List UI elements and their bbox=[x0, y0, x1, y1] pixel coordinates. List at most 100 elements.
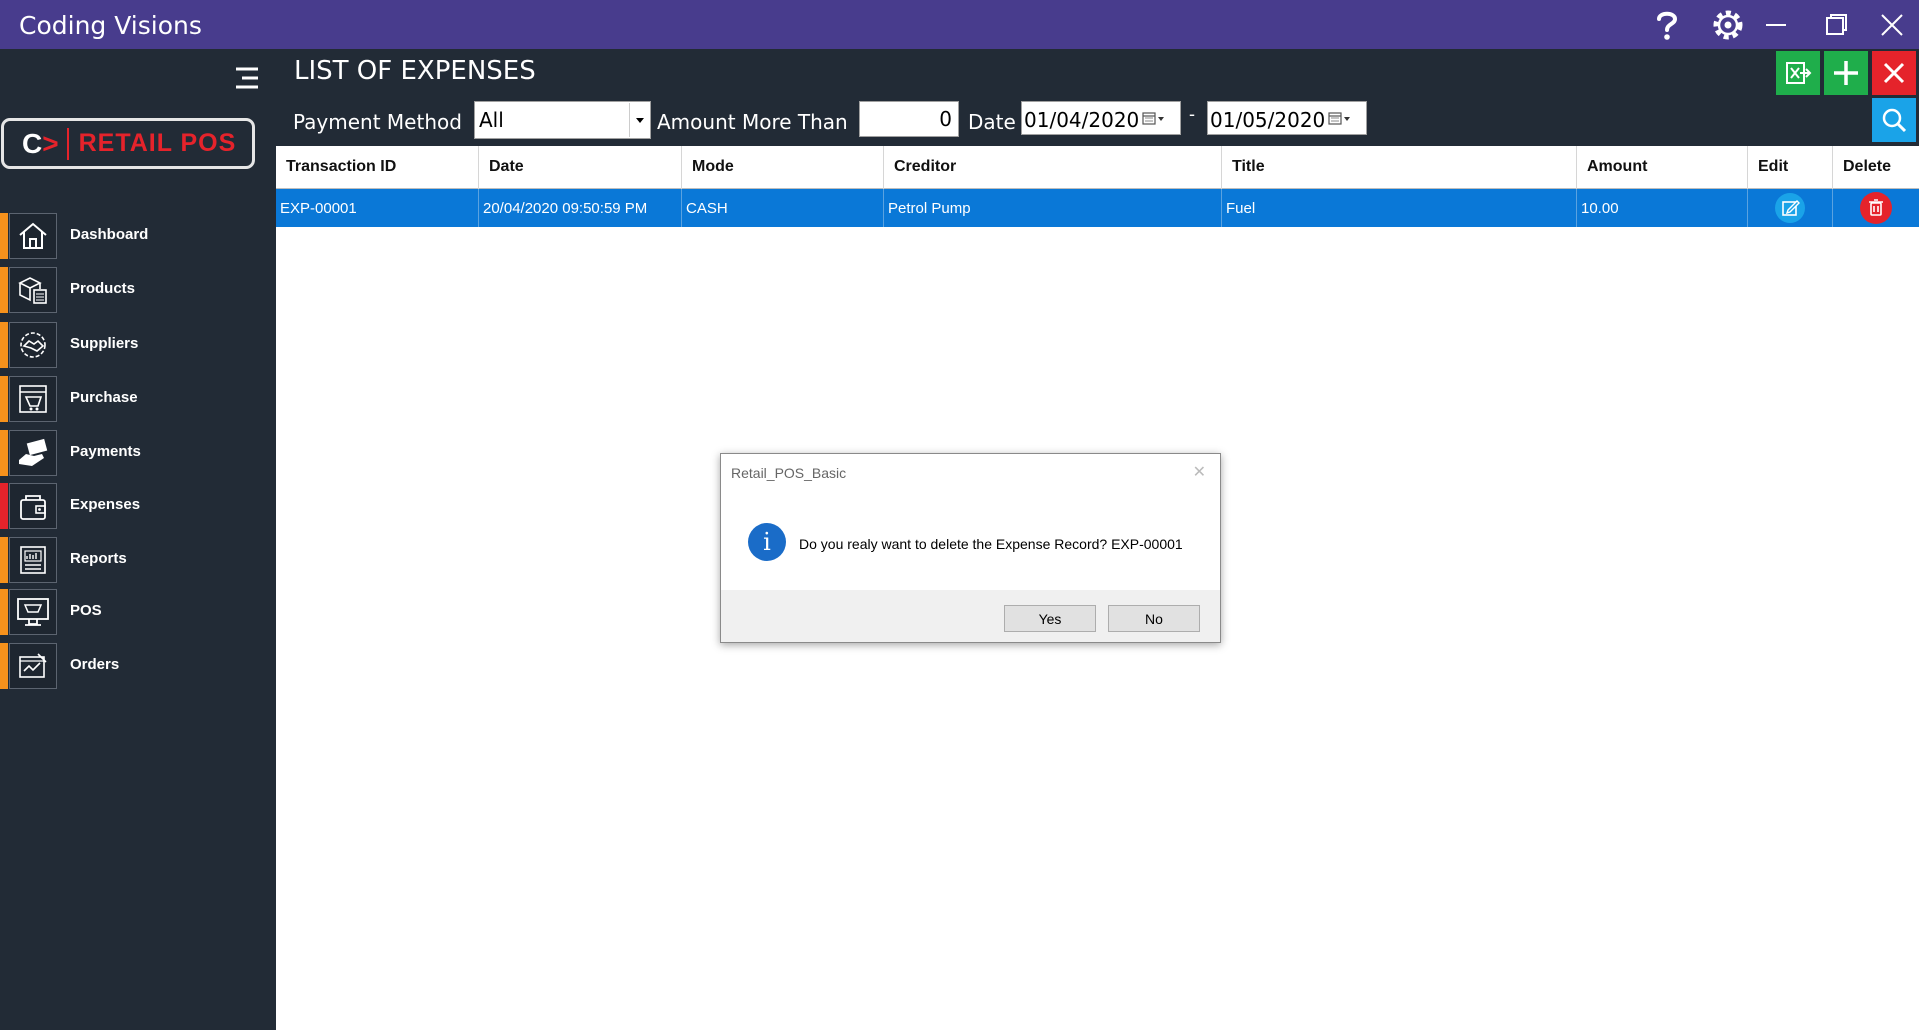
column-header: Edit bbox=[1748, 146, 1833, 189]
logo-letter: C bbox=[22, 127, 43, 159]
info-icon: i bbox=[748, 523, 786, 561]
dialog-message: Do you realy want to delete the Expense … bbox=[799, 536, 1183, 552]
table-row[interactable]: EXP-00001 20/04/2020 09:50:59 PM CASH Pe… bbox=[276, 189, 1919, 227]
sidebar-item-expenses[interactable]: Expenses bbox=[0, 482, 276, 530]
close-icon bbox=[1883, 62, 1905, 84]
menu-toggle-button[interactable] bbox=[232, 63, 262, 93]
calendar-dropdown-icon[interactable] bbox=[1328, 110, 1358, 128]
sidebar-item-label: Purchase bbox=[70, 389, 138, 406]
report-icon bbox=[9, 537, 57, 583]
date-to-picker[interactable]: 01/05/2020 bbox=[1207, 101, 1367, 135]
cell-creditor: Petrol Pump bbox=[884, 189, 1222, 227]
cell-date: 20/04/2020 09:50:59 PM bbox=[479, 189, 682, 227]
close-window-button[interactable] bbox=[1872, 5, 1912, 45]
column-header[interactable]: Creditor bbox=[884, 146, 1222, 189]
help-icon bbox=[1657, 11, 1678, 40]
yes-button[interactable]: Yes bbox=[1004, 605, 1096, 632]
cell-title: Fuel bbox=[1222, 189, 1577, 227]
nav-marker bbox=[0, 213, 8, 259]
table-header: Transaction ID Date Mode Creditor Title … bbox=[276, 146, 1919, 189]
settings-button[interactable] bbox=[1708, 5, 1748, 45]
help-button[interactable] bbox=[1647, 5, 1687, 45]
column-header[interactable]: Mode bbox=[682, 146, 884, 189]
retail-pos-logo: C > RETAIL POS bbox=[1, 118, 255, 169]
export-excel-button[interactable] bbox=[1776, 51, 1820, 95]
cell-amount: 10.00 bbox=[1577, 189, 1748, 227]
boxes-icon bbox=[9, 267, 57, 313]
minimize-button[interactable] bbox=[1756, 5, 1796, 45]
sidebar-item-dashboard[interactable]: Dashboard bbox=[0, 212, 276, 260]
wallet-icon bbox=[9, 483, 57, 529]
date-label: Date bbox=[968, 110, 1016, 134]
column-header: Delete bbox=[1843, 158, 1892, 175]
cell-mode: CASH bbox=[682, 189, 884, 227]
sidebar-item-label: Orders bbox=[70, 656, 120, 673]
close-icon bbox=[1881, 14, 1903, 36]
amount-more-than-label: Amount More Than bbox=[657, 110, 848, 134]
search-icon bbox=[1882, 108, 1907, 133]
payment-hand-icon bbox=[9, 430, 57, 476]
column-header[interactable]: Date bbox=[479, 146, 682, 189]
column-header[interactable]: Amount bbox=[1577, 146, 1748, 189]
dialog-footer: Yes No bbox=[721, 590, 1220, 642]
cart-list-icon bbox=[9, 376, 57, 422]
minimize-icon bbox=[1766, 24, 1786, 26]
gear-icon bbox=[1713, 10, 1743, 40]
sidebar-item-products[interactable]: Products bbox=[0, 266, 276, 314]
search-button[interactable] bbox=[1872, 98, 1916, 142]
delete-confirm-dialog: Retail_POS_Basic ✕ i Do you realy want t… bbox=[720, 453, 1221, 643]
restore-icon bbox=[1826, 14, 1847, 35]
delete-button[interactable] bbox=[1833, 189, 1919, 227]
sidebar-item-label: Suppliers bbox=[70, 335, 139, 352]
date-from-picker[interactable]: 01/04/2020 bbox=[1021, 101, 1181, 135]
sidebar-item-label: Reports bbox=[70, 550, 127, 567]
nav-marker bbox=[0, 589, 8, 635]
expenses-header: LIST OF EXPENSES Payment Method All Amou… bbox=[276, 49, 1919, 146]
sidebar-item-purchase[interactable]: Purchase bbox=[0, 375, 276, 423]
column-header[interactable]: Title bbox=[1222, 146, 1577, 189]
sidebar-item-label: Expenses bbox=[70, 496, 141, 513]
date-from-value: 01/04/2020 bbox=[1024, 108, 1140, 132]
sidebar-item-label: Dashboard bbox=[70, 226, 149, 243]
close-page-button[interactable] bbox=[1872, 51, 1916, 95]
add-expense-button[interactable] bbox=[1824, 51, 1868, 95]
date-to-value: 01/05/2020 bbox=[1210, 108, 1326, 132]
date-separator: - bbox=[1189, 104, 1195, 124]
sidebar-item-suppliers[interactable]: Suppliers bbox=[0, 321, 276, 369]
column-header[interactable]: Transaction ID bbox=[276, 146, 479, 189]
sidebar-item-label: Products bbox=[70, 280, 136, 297]
payment-method-label: Payment Method bbox=[293, 110, 462, 134]
app-title: Coding Visions bbox=[19, 11, 202, 40]
no-button[interactable]: No bbox=[1108, 605, 1200, 632]
amount-more-than-input[interactable]: 0 bbox=[859, 101, 959, 137]
sidebar: C > RETAIL POS Dashboard Products Suppli… bbox=[0, 49, 276, 1030]
plus-icon bbox=[1834, 61, 1858, 85]
nav-marker bbox=[0, 537, 8, 583]
sidebar-item-reports[interactable]: Reports bbox=[0, 536, 276, 584]
logo-arrow: > bbox=[42, 127, 59, 159]
sidebar-item-payments[interactable]: Payments bbox=[0, 429, 276, 477]
dropdown-arrow-icon[interactable] bbox=[629, 103, 649, 137]
sidebar-item-label: POS bbox=[70, 602, 102, 619]
sidebar-item-pos[interactable]: POS bbox=[0, 588, 276, 636]
nav-marker bbox=[0, 643, 8, 689]
maximize-button[interactable] bbox=[1816, 5, 1856, 45]
nav-marker-active bbox=[0, 483, 8, 529]
excel-export-icon bbox=[1786, 62, 1812, 84]
calendar-dropdown-icon[interactable] bbox=[1142, 110, 1172, 128]
sidebar-item-orders[interactable]: Orders bbox=[0, 642, 276, 690]
page-title: LIST OF EXPENSES bbox=[294, 56, 536, 86]
payment-method-value: All bbox=[479, 108, 504, 132]
logo-separator bbox=[66, 127, 69, 160]
nav-marker bbox=[0, 322, 8, 368]
nav-marker bbox=[0, 430, 8, 476]
payment-method-select[interactable]: All bbox=[474, 101, 651, 139]
orders-icon bbox=[9, 643, 57, 689]
cell-transaction-id: EXP-00001 bbox=[276, 189, 479, 227]
logo-text: RETAIL POS bbox=[78, 129, 237, 157]
title-bar: Coding Visions bbox=[0, 0, 1919, 49]
nav-marker bbox=[0, 267, 8, 313]
trash-icon bbox=[1860, 192, 1892, 224]
dialog-close-button[interactable]: ✕ bbox=[1193, 462, 1206, 482]
edit-button[interactable] bbox=[1748, 189, 1833, 227]
